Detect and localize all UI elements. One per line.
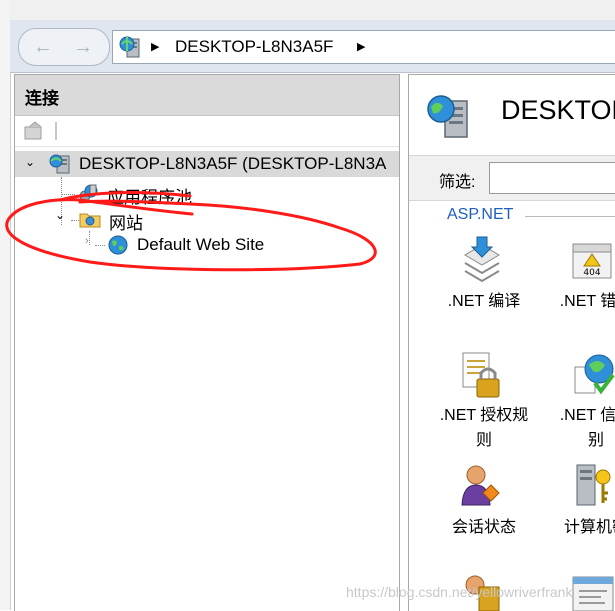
watermark-text: https://blog.csdn.net/yellowriverfrank [346, 584, 573, 600]
red-annotation-circle [5, 191, 377, 272]
